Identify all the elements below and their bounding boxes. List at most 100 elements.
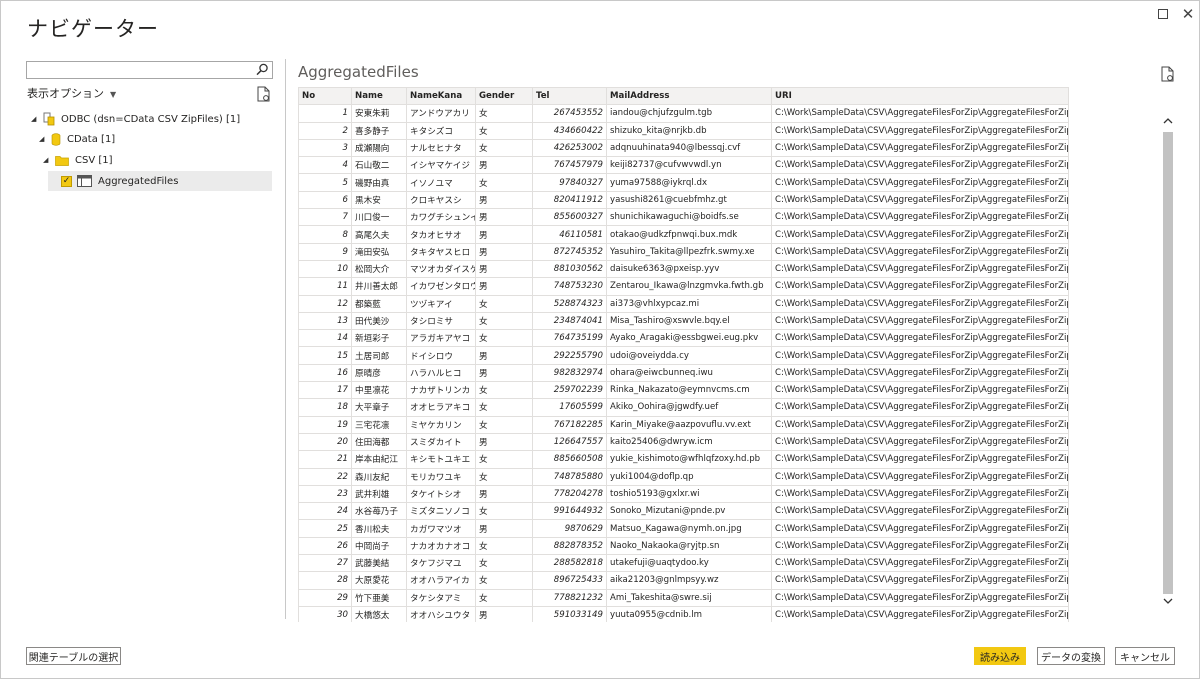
cell-tel[interactable]: 881030562 — [532, 259, 607, 279]
cell-no[interactable]: 8 — [298, 225, 352, 244]
table-row[interactable]: 2 喜多静子 キタシズコ女 434660422 shizuko_kita@nrjkb.d… — [298, 121, 1069, 140]
document-refresh-icon[interactable] — [1161, 66, 1175, 82]
cell-no[interactable]: 30 — [298, 605, 352, 622]
cell-no[interactable]: 12 — [298, 294, 352, 313]
cell-namekana[interactable]: ドイシロウ — [406, 346, 476, 365]
cell-tel[interactable]: 991644932 — [532, 502, 607, 521]
cell-mailaddress[interactable]: iandou@chjufzgulm.tgb — [606, 104, 772, 123]
cell-tel[interactable]: 820411912 — [532, 190, 607, 210]
cell-mailaddress[interactable]: Zentarou_Ikawa@lnzgmvka.fwth.gb — [606, 277, 772, 296]
cell-mailaddress[interactable]: Rinka_Nakazato@eymnvcms.cm — [606, 381, 772, 400]
cell-namekana[interactable]: アラガキアヤコ — [406, 329, 476, 348]
cell-mailaddress[interactable]: shizuko_kita@nrjkb.db — [606, 121, 772, 140]
cell-gender[interactable]: 女 — [475, 571, 533, 590]
cell-namekana[interactable]: タシロミサ — [406, 311, 476, 331]
table-row[interactable]: 23 武井利雄 タケイトシオ男 778204278 toshio5193@gxlxr.w… — [298, 484, 1069, 504]
cell-uri[interactable]: C:\Work\SampleData\CSV\AggregateFilesFor… — [771, 225, 1069, 244]
cell-namekana[interactable]: タケイトシオ — [406, 484, 476, 504]
cell-mailaddress[interactable]: udoi@oveiydda.cy — [606, 346, 772, 365]
cell-uri[interactable]: C:\Work\SampleData\CSV\AggregateFilesFor… — [771, 277, 1069, 296]
cell-name[interactable]: 松岡大介 — [351, 259, 407, 279]
cell-gender[interactable]: 女 — [475, 398, 533, 417]
cell-no[interactable]: 2 — [298, 121, 352, 140]
cell-name[interactable]: 川口俊一 — [351, 208, 407, 227]
cell-name[interactable]: 安東朱莉 — [351, 104, 407, 123]
cell-mailaddress[interactable]: Misa_Tashiro@xswvle.bqy.el — [606, 311, 772, 331]
cell-name[interactable]: 井川善太郎 — [351, 277, 407, 296]
cell-name[interactable]: 新垣彩子 — [351, 329, 407, 348]
cell-mailaddress[interactable]: ai373@vhlxypcaz.mi — [606, 294, 772, 313]
cell-gender[interactable]: 男 — [475, 190, 533, 210]
cell-uri[interactable]: C:\Work\SampleData\CSV\AggregateFilesFor… — [771, 259, 1069, 279]
table-row[interactable]: 21 岸本由紀江 キシモトユキエ女 885660508 yukie_kishimoto@… — [298, 450, 1069, 469]
tree-item-aggregatedfiles[interactable]: ✓ AggregatedFiles — [48, 171, 272, 191]
cell-mailaddress[interactable]: otakao@udkzfpnwqi.bux.mdk — [606, 225, 772, 244]
cell-uri[interactable]: C:\Work\SampleData\CSV\AggregateFilesFor… — [771, 415, 1069, 434]
cell-gender[interactable]: 男 — [475, 363, 533, 383]
cell-no[interactable]: 28 — [298, 571, 352, 590]
cell-name[interactable]: 大原愛花 — [351, 571, 407, 590]
table-row[interactable]: 1 安東朱莉 アンドウアカリ女 267453552 iandou@chjufzgulm.… — [298, 104, 1069, 123]
table-row[interactable]: 9 滝田安弘 タキタヤスヒロ男 872745352 Yasuhiro_Takita@ll… — [298, 242, 1069, 261]
cell-no[interactable]: 25 — [298, 519, 352, 538]
cell-uri[interactable]: C:\Work\SampleData\CSV\AggregateFilesFor… — [771, 294, 1069, 313]
cell-no[interactable]: 10 — [298, 259, 352, 279]
cell-gender[interactable]: 女 — [475, 104, 533, 123]
cell-gender[interactable]: 女 — [475, 467, 533, 486]
cell-no[interactable]: 29 — [298, 588, 352, 607]
data-preview-grid[interactable]: No Name NameKana Gender Tel MailAddress … — [298, 87, 1070, 622]
cell-no[interactable]: 18 — [298, 398, 352, 417]
cell-gender[interactable]: 男 — [475, 242, 533, 261]
cell-name[interactable]: 中里凛花 — [351, 381, 407, 400]
table-row[interactable]: 26 中岡尚子 ナカオカナオコ女 882878352 Naoko_Nakaoka@ryj… — [298, 536, 1069, 556]
cell-mailaddress[interactable]: Yasuhiro_Takita@llpezfrk.swmy.xe — [606, 242, 772, 261]
cell-namekana[interactable]: ハラハルヒコ — [406, 363, 476, 383]
table-row[interactable]: 28 大原愛花 オオハラアイカ女 896725433 aika21203@gnlmpsy… — [298, 571, 1069, 590]
cell-namekana[interactable]: スミダカイト — [406, 432, 476, 452]
close-button[interactable]: ✕ — [1177, 5, 1199, 23]
cell-name[interactable]: 三宅花凛 — [351, 415, 407, 434]
cell-gender[interactable]: 男 — [475, 605, 533, 622]
cell-mailaddress[interactable]: Akiko_Oohira@jgwdfy.uef — [606, 398, 772, 417]
cell-no[interactable]: 4 — [298, 156, 352, 175]
cell-uri[interactable]: C:\Work\SampleData\CSV\AggregateFilesFor… — [771, 346, 1069, 365]
cell-tel[interactable]: 778821232 — [532, 588, 607, 607]
cell-gender[interactable]: 女 — [475, 329, 533, 348]
cell-namekana[interactable]: イカワゼンタロウ — [406, 277, 476, 296]
cell-namekana[interactable]: タキタヤスヒロ — [406, 242, 476, 261]
cell-mailaddress[interactable]: aika21203@gnlmpsyy.wz — [606, 571, 772, 590]
cell-tel[interactable]: 885660508 — [532, 450, 607, 469]
cell-mailaddress[interactable]: utakefuji@uaqtydoo.ky — [606, 554, 772, 573]
cell-mailaddress[interactable]: daisuke6363@pxeisp.yyv — [606, 259, 772, 279]
cell-uri[interactable]: C:\Work\SampleData\CSV\AggregateFilesFor… — [771, 104, 1069, 123]
cell-tel[interactable]: 767457979 — [532, 156, 607, 175]
table-row[interactable]: 6 黒木安 クロキヤスシ男 820411912 yasushi8261@cuebfmhz… — [298, 190, 1069, 210]
cell-namekana[interactable]: マツオカダイスケ — [406, 259, 476, 279]
table-row[interactable]: 3 成瀬陽向 ナルセヒナタ女 426253002 adqnuuhinata940@lbe… — [298, 138, 1069, 158]
cell-tel[interactable]: 292255790 — [532, 346, 607, 365]
cell-gender[interactable]: 女 — [475, 588, 533, 607]
cell-tel[interactable]: 288582818 — [532, 554, 607, 573]
cell-uri[interactable]: C:\Work\SampleData\CSV\AggregateFilesFor… — [771, 605, 1069, 622]
pane-divider[interactable] — [285, 59, 286, 619]
cell-namekana[interactable]: ツヅキアイ — [406, 294, 476, 313]
cell-no[interactable]: 21 — [298, 450, 352, 469]
cell-no[interactable]: 15 — [298, 346, 352, 365]
cell-no[interactable]: 11 — [298, 277, 352, 296]
cell-uri[interactable]: C:\Work\SampleData\CSV\AggregateFilesFor… — [771, 329, 1069, 348]
cell-namekana[interactable]: イシヤマケイジ — [406, 156, 476, 175]
cell-uri[interactable]: C:\Work\SampleData\CSV\AggregateFilesFor… — [771, 398, 1069, 417]
tree-item-cdata[interactable]: ◢ CData [1] — [39, 129, 115, 149]
table-row[interactable]: 14 新垣彩子 アラガキアヤコ女 764735199 Ayako_Aragaki@ess… — [298, 329, 1069, 348]
cell-namekana[interactable]: タカオヒサオ — [406, 225, 476, 244]
document-refresh-icon[interactable] — [257, 86, 271, 102]
cell-name[interactable]: 高尾久夫 — [351, 225, 407, 244]
cell-no[interactable]: 27 — [298, 554, 352, 573]
cell-gender[interactable]: 男 — [475, 484, 533, 504]
cell-tel[interactable]: 896725433 — [532, 571, 607, 590]
cancel-button[interactable]: キャンセル — [1115, 647, 1175, 665]
tree-item-csv[interactable]: ◢ CSV [1] — [43, 150, 113, 170]
cell-uri[interactable]: C:\Work\SampleData\CSV\AggregateFilesFor… — [771, 156, 1069, 175]
cell-namekana[interactable]: カワグチシュンイ — [406, 208, 476, 227]
vertical-scrollbar[interactable] — [1161, 106, 1175, 612]
